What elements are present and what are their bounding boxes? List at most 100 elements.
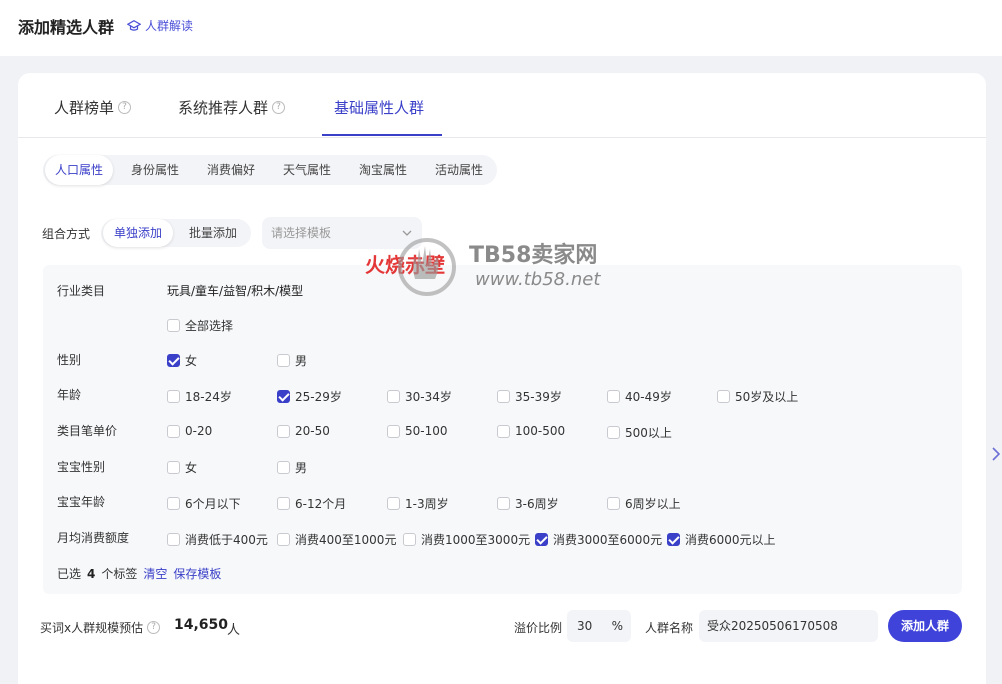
- crowd-name-input[interactable]: 受众20250506170508: [699, 610, 878, 642]
- checkbox-label: 18-24岁: [185, 390, 232, 404]
- checkbox-label: 消费3000至6000元: [553, 533, 663, 547]
- unit-price-option[interactable]: 20-50: [277, 424, 330, 438]
- crowd-name-label: 人群名称: [645, 621, 694, 635]
- tab-basic-attributes[interactable]: 基础属性人群: [334, 97, 424, 118]
- crowd-guide-link[interactable]: 人群解读: [127, 17, 193, 34]
- checkbox-box: [607, 497, 620, 510]
- attribute-panel: 行业类目 玩具/童车/益智/积木/模型 全部选择 性别 女 男 年龄 18-24…: [43, 265, 962, 594]
- checkbox-label: 消费低于400元: [185, 533, 268, 547]
- checkbox-label: 40-49岁: [625, 390, 672, 404]
- premium-unit: %: [611, 619, 623, 633]
- unit-price-option[interactable]: 100-500: [497, 424, 565, 438]
- subtab-consumption[interactable]: 消费偏好: [195, 155, 267, 185]
- checkbox-label: 6-12个月: [295, 497, 347, 511]
- tab-crowd-ranking[interactable]: 人群榜单 ?: [54, 97, 132, 118]
- unit-price-option[interactable]: 0-20: [167, 424, 212, 438]
- checkbox-box: [167, 390, 180, 403]
- estimate-label: 买词x人群规模预估 ?: [40, 619, 161, 636]
- checkbox-box: [277, 424, 290, 438]
- monthly-spend-option[interactable]: 消费1000至3000元: [403, 531, 530, 548]
- checkbox-box: [277, 461, 290, 474]
- checkbox-box: [277, 390, 290, 403]
- selected-suffix: 个标签: [101, 567, 138, 581]
- help-icon[interactable]: ?: [118, 101, 132, 114]
- unit-price-option[interactable]: 50-100: [387, 424, 448, 438]
- checkbox-box: [167, 533, 180, 546]
- checkbox-box: [387, 497, 400, 510]
- checkbox-box: [387, 424, 400, 438]
- batch-add-option[interactable]: 批量添加: [177, 219, 249, 247]
- tab-system-recommended[interactable]: 系统推荐人群 ?: [178, 97, 286, 118]
- footer-bar: 买词x人群规模预估 ? 14,650 人 溢价比例 30 % 人群名称 受众20…: [18, 605, 986, 645]
- checkbox-box: [497, 424, 510, 438]
- baby-age-option[interactable]: 6周岁以上: [607, 495, 681, 512]
- page-title: 添加精选人群: [18, 18, 115, 37]
- selected-count: 4: [87, 566, 96, 581]
- premium-label: 溢价比例: [514, 621, 563, 635]
- checkbox-label: 男: [295, 354, 308, 368]
- monthly-spend-option[interactable]: 消费6000元以上: [667, 531, 776, 548]
- baby-age-option[interactable]: 6个月以下: [167, 495, 241, 512]
- gender-option[interactable]: 男: [277, 352, 307, 369]
- baby-age-option[interactable]: 1-3周岁: [387, 495, 449, 512]
- monthly-spend-option[interactable]: 消费400至1000元: [277, 531, 396, 548]
- clear-link[interactable]: 清空: [143, 565, 167, 582]
- checkbox-label: 0-20: [185, 424, 213, 438]
- age-label: 年龄: [57, 388, 82, 402]
- checkbox-box: [167, 319, 180, 332]
- select-all-checkbox[interactable]: 全部选择: [167, 317, 233, 334]
- checkbox-box: [607, 426, 620, 439]
- checkbox-box: [667, 533, 680, 546]
- checkbox-label: 500以上: [625, 426, 672, 440]
- subtab-identity[interactable]: 身份属性: [119, 155, 191, 185]
- help-icon[interactable]: ?: [272, 101, 286, 114]
- baby-gender-option[interactable]: 女: [167, 459, 197, 476]
- checkbox-label: 男: [295, 461, 308, 475]
- chevron-right-icon[interactable]: [991, 446, 1001, 462]
- tab-label: 系统推荐人群: [178, 99, 269, 117]
- subtab-weather[interactable]: 天气属性: [271, 155, 343, 185]
- baby-gender-option[interactable]: 男: [277, 459, 307, 476]
- template-select[interactable]: 请选择模板: [262, 217, 422, 249]
- main-card: 人群榜单 ? 系统推荐人群 ? 基础属性人群 人口属性 身份属性 消费偏好 天气…: [18, 73, 986, 684]
- selected-prefix: 已选: [57, 567, 82, 581]
- checkbox-box: [277, 354, 290, 367]
- checkbox-label: 50-100: [405, 424, 448, 438]
- premium-input[interactable]: 30 %: [567, 610, 631, 642]
- attribute-subtabs: 人口属性 身份属性 消费偏好 天气属性 淘宝属性 活动属性: [43, 155, 497, 185]
- age-option[interactable]: 40-49岁: [607, 388, 672, 405]
- save-template-link[interactable]: 保存模板: [173, 565, 221, 582]
- checkbox-box: [167, 354, 180, 367]
- industry-label: 行业类目: [57, 284, 106, 298]
- age-option[interactable]: 50岁及以上: [717, 388, 798, 405]
- template-placeholder: 请选择模板: [271, 226, 332, 240]
- checkbox-label: 6周岁以上: [625, 497, 681, 511]
- checkbox-label: 消费1000至3000元: [421, 533, 531, 547]
- checkbox-box: [277, 497, 290, 510]
- checkbox-box: [497, 497, 510, 510]
- checkbox-box: [717, 390, 730, 403]
- gender-option[interactable]: 女: [167, 352, 197, 369]
- checkbox-label: 3-6周岁: [515, 497, 559, 511]
- monthly-spend-option[interactable]: 消费低于400元: [167, 531, 268, 548]
- subtab-activity[interactable]: 活动属性: [423, 155, 495, 185]
- single-add-option[interactable]: 单独添加: [103, 219, 173, 247]
- baby-age-option[interactable]: 6-12个月: [277, 495, 346, 512]
- help-icon[interactable]: ?: [147, 621, 161, 634]
- age-option[interactable]: 35-39岁: [497, 388, 562, 405]
- subtab-taobao[interactable]: 淘宝属性: [347, 155, 419, 185]
- age-option[interactable]: 18-24岁: [167, 388, 232, 405]
- checkbox-label: 6个月以下: [185, 497, 241, 511]
- subtab-demographics[interactable]: 人口属性: [45, 155, 113, 185]
- checkbox-label: 女: [185, 354, 198, 368]
- age-option[interactable]: 25-29岁: [277, 388, 342, 405]
- active-tab-indicator: [322, 134, 442, 136]
- combo-mode-label: 组合方式: [42, 227, 91, 241]
- add-crowd-button[interactable]: 添加人群: [888, 610, 962, 642]
- baby-age-option[interactable]: 3-6周岁: [497, 495, 559, 512]
- age-option[interactable]: 30-34岁: [387, 388, 452, 405]
- monthly-spend-option[interactable]: 消费3000至6000元: [535, 531, 662, 548]
- unit-price-option[interactable]: 500以上: [607, 424, 672, 441]
- checkbox-label: 25-29岁: [295, 390, 342, 404]
- checkbox-box: [167, 497, 180, 510]
